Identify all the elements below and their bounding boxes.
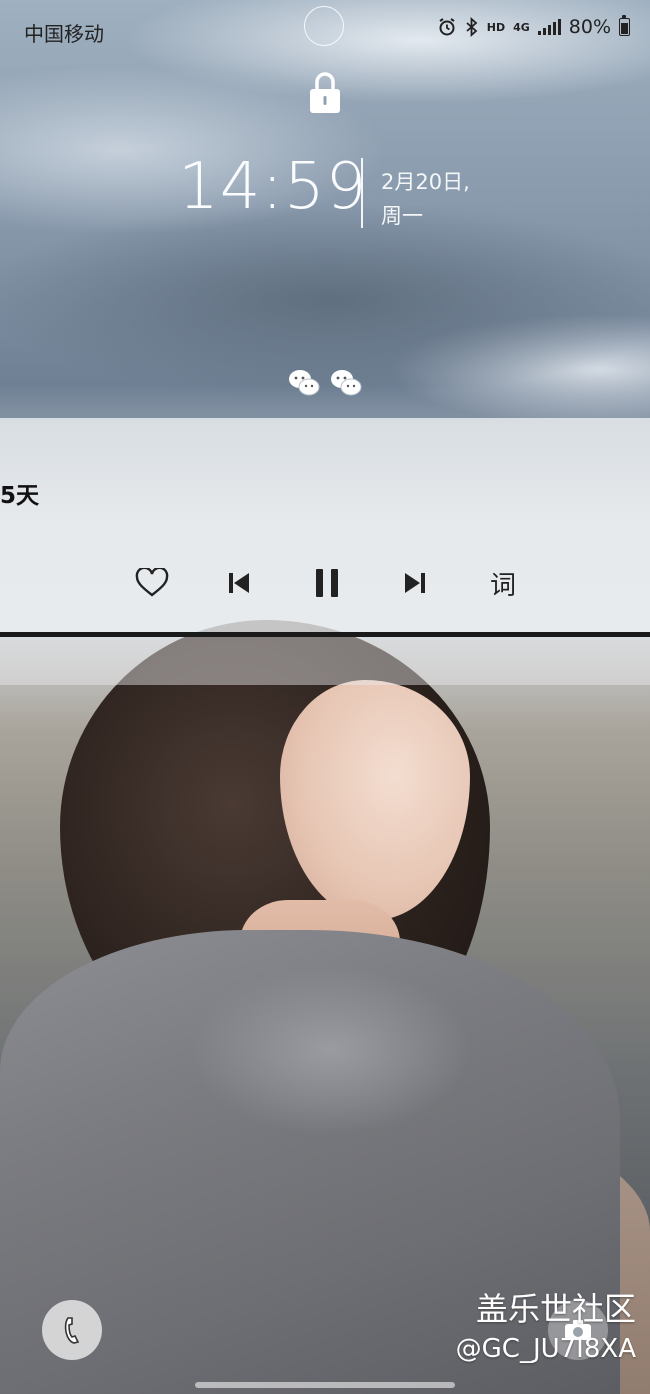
next-icon bbox=[405, 573, 425, 593]
network-label: 4G bbox=[513, 20, 530, 34]
pause-button[interactable] bbox=[307, 563, 347, 603]
watermark-community: 盖乐世社区 bbox=[475, 1290, 636, 1328]
heart-icon bbox=[135, 568, 169, 597]
date-line-2: 周一 bbox=[381, 204, 423, 228]
carrier-label: 中国移动 bbox=[24, 22, 104, 46]
hd-label: HD bbox=[486, 20, 506, 34]
status-icons: HD 4G 80% bbox=[437, 15, 630, 38]
phone-icon bbox=[64, 1317, 80, 1344]
phone-shortcut[interactable] bbox=[42, 1300, 102, 1360]
music-title: 5天 bbox=[0, 483, 40, 509]
status-bar: 中国移动 HD 4G 80% bbox=[0, 0, 650, 60]
previous-icon bbox=[229, 573, 249, 593]
wechat-icon[interactable] bbox=[330, 368, 362, 398]
home-indicator[interactable] bbox=[195, 1382, 455, 1388]
lyrics-button[interactable]: 词 bbox=[483, 563, 523, 603]
wechat-icon[interactable] bbox=[288, 368, 320, 398]
notification-icons[interactable] bbox=[288, 368, 362, 398]
widget-shadow bbox=[0, 637, 650, 685]
alarm-icon bbox=[439, 18, 455, 36]
signal-icon bbox=[537, 19, 561, 35]
favorite-button[interactable] bbox=[132, 563, 172, 603]
lock-icon[interactable] bbox=[308, 70, 342, 114]
next-button[interactable] bbox=[395, 563, 435, 603]
battery-icon bbox=[619, 15, 630, 36]
battery-percent: 80% bbox=[568, 16, 611, 38]
watermark-user: @GC_JU7I8XA bbox=[455, 1334, 636, 1364]
previous-button[interactable] bbox=[219, 563, 259, 603]
clock-time: 14:59 bbox=[178, 150, 368, 224]
front-camera bbox=[304, 6, 344, 46]
music-controls: 词 bbox=[0, 563, 650, 607]
pause-icon bbox=[316, 569, 338, 597]
date-line-1: 2月20日, bbox=[381, 170, 470, 194]
clock-divider bbox=[361, 158, 363, 228]
bluetooth-icon bbox=[466, 17, 478, 37]
music-widget[interactable]: 5天 词 bbox=[0, 418, 650, 634]
